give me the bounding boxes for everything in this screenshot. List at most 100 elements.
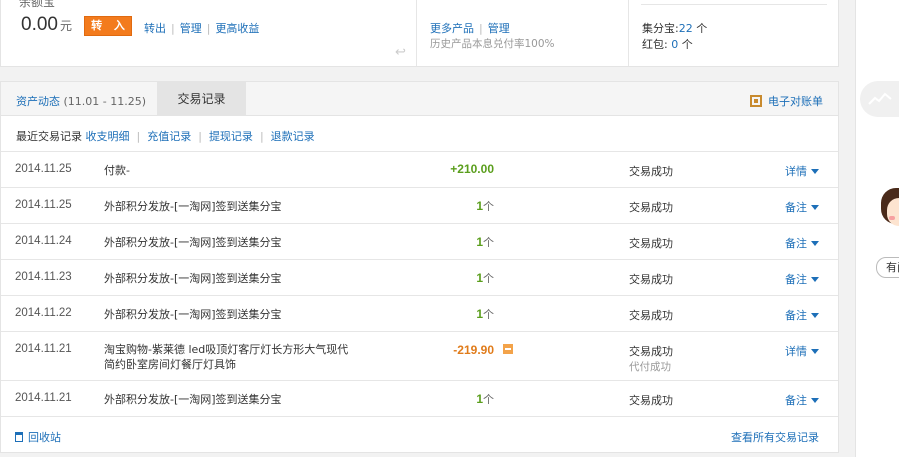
trash-icon[interactable] bbox=[15, 432, 23, 442]
recycle-bin-link[interactable]: 回收站 bbox=[15, 429, 61, 445]
collapse-icon[interactable] bbox=[503, 344, 513, 354]
higher-yield-link[interactable]: 更高收益 bbox=[215, 22, 259, 35]
row-date: 2014.11.25 bbox=[15, 163, 72, 175]
ebill-link[interactable]: 电子对账单 bbox=[750, 93, 823, 109]
row-date: 2014.11.21 bbox=[15, 392, 72, 404]
chevron-down-icon[interactable] bbox=[811, 205, 819, 210]
ebill-label[interactable]: 电子对账单 bbox=[768, 95, 823, 108]
row-amount-unit: 个 bbox=[483, 201, 494, 213]
row-desc: 外部积分发放-[一淘网]签到送集分宝 bbox=[104, 200, 282, 213]
chart-toggle-button[interactable] bbox=[860, 81, 899, 117]
row-note-button[interactable]: 备注 bbox=[785, 235, 819, 251]
jifenbao-line: 集分宝:22 个 bbox=[642, 20, 707, 36]
row-date: 2014.11.21 bbox=[15, 343, 72, 355]
row-status: 交易成功 bbox=[629, 273, 673, 286]
products-section: 更多产品 | 管理 历史产品本息兑付率100% bbox=[417, 0, 629, 66]
row-note-button[interactable]: 备注 bbox=[785, 271, 819, 287]
page: 余额宝 0.00 元 转 入 转出 | 管理 | 更高收益 ↩ 更多产品 | 管理 历史产品本… bbox=[0, 0, 899, 457]
row-desc: 外部积分发放-[一淘网]签到送集分宝 bbox=[104, 393, 282, 406]
row-detail-button[interactable]: 详情 bbox=[785, 163, 819, 179]
row-note-button[interactable]: 备注 bbox=[785, 392, 819, 408]
row-note-button[interactable]: 备注 bbox=[785, 307, 819, 323]
divider: | bbox=[171, 22, 175, 35]
subnav-withdraw[interactable]: 提现记录 bbox=[209, 130, 253, 143]
row-amount: +210.00 bbox=[450, 162, 494, 176]
balance-unit: 元 bbox=[59, 19, 72, 33]
subnav-recent[interactable]: 最近交易记录 bbox=[16, 130, 82, 143]
row-status: 交易成功 bbox=[629, 345, 673, 358]
row-action-label[interactable]: 备注 bbox=[785, 273, 807, 286]
row-action-label[interactable]: 备注 bbox=[785, 394, 807, 407]
tab-assets[interactable]: 资产动态 (11.01 - 11.25) bbox=[16, 93, 146, 109]
points-section: 集分宝:22 个 红包: 0 个 bbox=[629, 0, 839, 66]
table-row: 2014.11.22 外部积分发放-[一淘网]签到送集分宝 1个 交易成功 备注 bbox=[1, 295, 838, 331]
jifenbao-unit: 个 bbox=[696, 22, 708, 35]
row-amount: 1个 bbox=[331, 306, 494, 322]
transfer-out-link[interactable]: 转出 bbox=[144, 22, 166, 35]
row-action-label[interactable]: 备注 bbox=[785, 309, 807, 322]
table-row: 2014.11.25 外部积分发放-[一淘网]签到送集分宝 1个 交易成功 备注 bbox=[1, 187, 838, 223]
row-amount-unit: 个 bbox=[483, 273, 494, 285]
subnav-income-expense[interactable]: 收支明细 bbox=[86, 130, 130, 143]
row-amount-value: 1 bbox=[476, 307, 483, 321]
view-all-records-link[interactable]: 查看所有交易记录 bbox=[731, 429, 819, 445]
chevron-down-icon[interactable] bbox=[811, 349, 819, 354]
yuebao-section: 余额宝 0.00 元 转 入 转出 | 管理 | 更高收益 ↩ bbox=[1, 0, 417, 66]
hongbao-unit: 个 bbox=[681, 38, 693, 51]
row-amount-value: 1 bbox=[476, 199, 483, 213]
divider: | bbox=[479, 22, 483, 35]
subnav-refund[interactable]: 退款记录 bbox=[271, 130, 315, 143]
row-amount-value: 1 bbox=[476, 271, 483, 285]
hongbao-value[interactable]: 0 bbox=[671, 38, 678, 51]
row-amount: 1个 bbox=[331, 234, 494, 250]
row-date: 2014.11.25 bbox=[15, 199, 72, 211]
jifenbao-value[interactable]: 22 bbox=[679, 22, 693, 35]
divider: | bbox=[206, 22, 211, 35]
row-status: 交易成功 bbox=[629, 309, 673, 322]
manage-link[interactable]: 管理 bbox=[180, 22, 202, 35]
products-manage-link[interactable]: 管理 bbox=[488, 22, 510, 35]
recycle-bin-label[interactable]: 回收站 bbox=[28, 431, 61, 444]
hongbao-label: 红包: bbox=[642, 38, 668, 51]
transactions-panel: 资产动态 (11.01 - 11.25) 交易记录 电子对账单 最近交易记录 收… bbox=[0, 81, 839, 453]
table-row: 2014.11.25 付款- +210.00 交易成功 详情 bbox=[1, 151, 838, 187]
divider: | bbox=[136, 130, 141, 143]
records-subnav: 最近交易记录 收支明细 | 充值记录 | 提现记录 | 退款记录 bbox=[16, 128, 315, 144]
subnav-recharge[interactable]: 充值记录 bbox=[147, 130, 191, 143]
chevron-down-icon[interactable] bbox=[811, 169, 819, 174]
row-action-label[interactable]: 备注 bbox=[785, 237, 807, 250]
help-bubble[interactable]: 有问题 bbox=[876, 257, 899, 278]
chevron-down-icon[interactable] bbox=[811, 241, 819, 246]
summary-panel: 余额宝 0.00 元 转 入 转出 | 管理 | 更高收益 ↩ 更多产品 | 管理 历史产品本… bbox=[0, 0, 839, 67]
assistant-mascot[interactable] bbox=[881, 188, 899, 248]
table-footer: 回收站 查看所有交易记录 bbox=[1, 416, 838, 452]
balance-value: 0.00 bbox=[21, 14, 58, 35]
row-status: 交易成功 bbox=[629, 165, 673, 178]
row-date: 2014.11.23 bbox=[15, 271, 72, 283]
row-amount-unit: 个 bbox=[483, 394, 494, 406]
chevron-down-icon[interactable] bbox=[811, 277, 819, 282]
row-action-label[interactable]: 详情 bbox=[785, 345, 807, 358]
return-arrow-icon: ↩ bbox=[395, 45, 406, 60]
transfer-in-button[interactable]: 转 入 bbox=[84, 16, 132, 36]
transactions-table: 2014.11.25 付款- +210.00 交易成功 详情 2014.11.2… bbox=[1, 151, 838, 416]
tab-records[interactable]: 交易记录 bbox=[157, 82, 246, 116]
trend-chart-icon[interactable] bbox=[867, 90, 893, 108]
row-action-label[interactable]: 详情 bbox=[785, 165, 807, 178]
row-detail-button[interactable]: 详情 bbox=[785, 343, 819, 359]
products-links: 更多产品 | 管理 bbox=[430, 20, 510, 36]
row-date: 2014.11.22 bbox=[15, 307, 72, 319]
hongbao-line: 红包: 0 个 bbox=[642, 36, 693, 52]
row-status: 交易成功 bbox=[629, 201, 673, 214]
row-amount: -219.90 bbox=[453, 343, 494, 357]
chevron-down-icon[interactable] bbox=[811, 398, 819, 403]
more-products-link[interactable]: 更多产品 bbox=[430, 22, 474, 35]
row-amount-value: 1 bbox=[476, 392, 483, 406]
row-amount: 1个 bbox=[331, 198, 494, 214]
row-action-label[interactable]: 备注 bbox=[785, 201, 807, 214]
row-note-button[interactable]: 备注 bbox=[785, 199, 819, 215]
tab-bar: 资产动态 (11.01 - 11.25) 交易记录 电子对账单 bbox=[1, 82, 838, 116]
tab-assets-label[interactable]: 资产动态 bbox=[16, 95, 60, 108]
balance-amount: 0.00 元 bbox=[21, 14, 72, 36]
chevron-down-icon[interactable] bbox=[811, 313, 819, 318]
